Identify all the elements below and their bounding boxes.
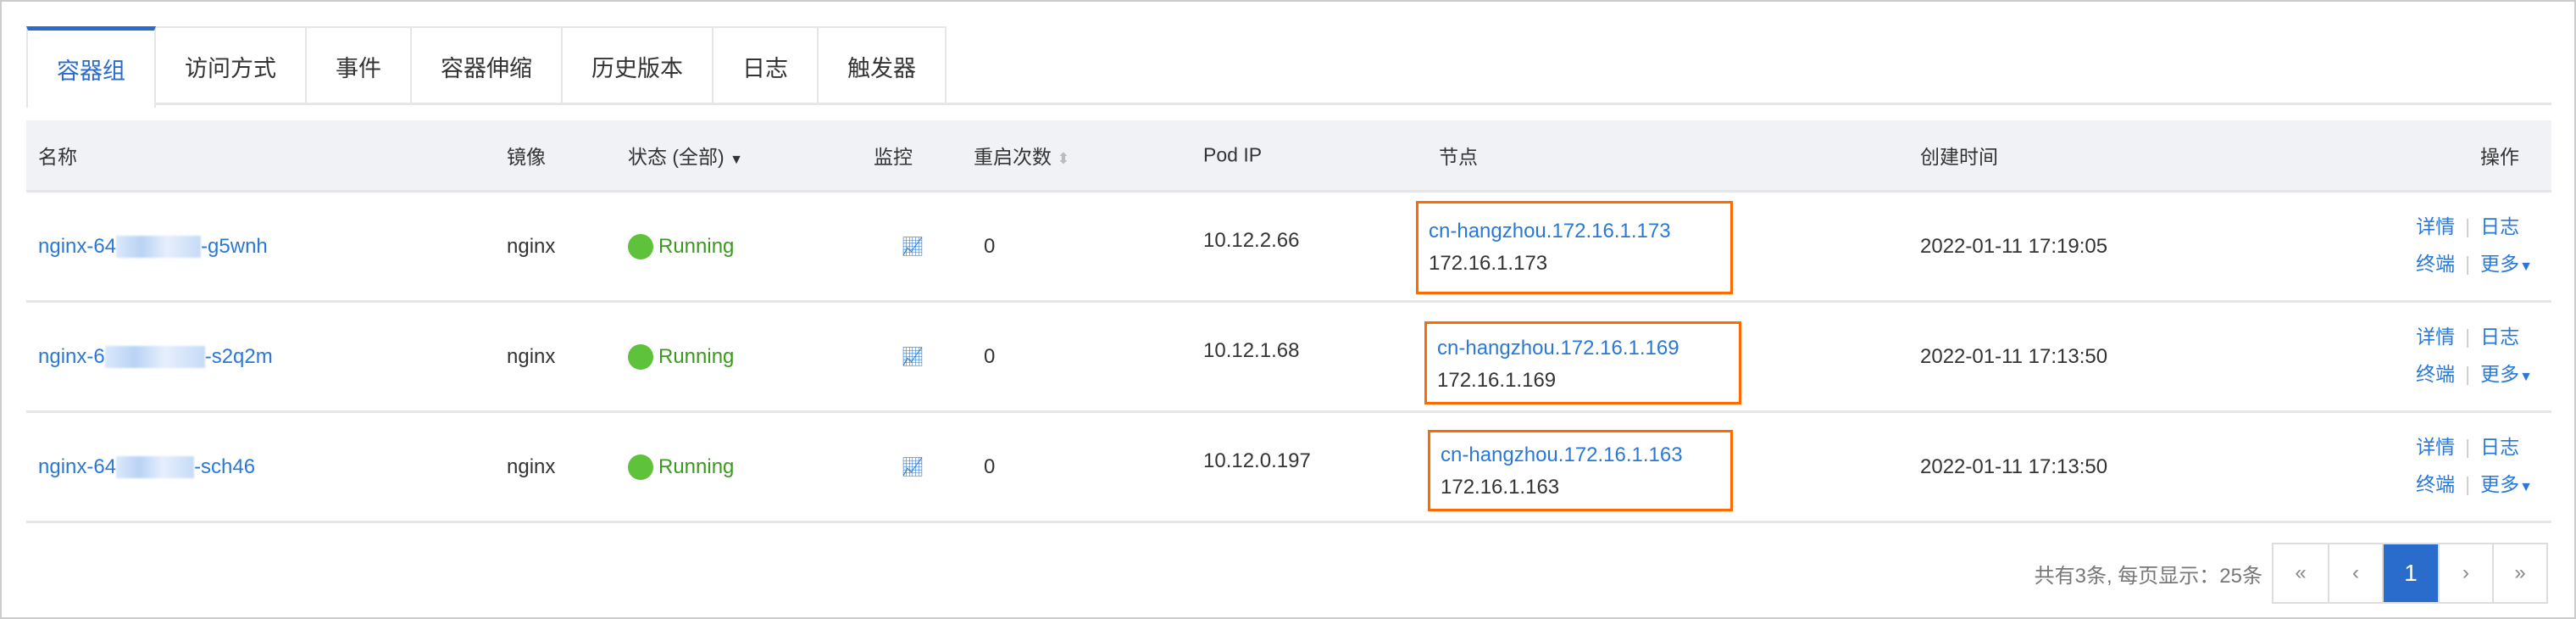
logs-link[interactable]: 日志	[2480, 326, 2519, 348]
monitor-chart-icon[interactable]: 📈︎	[901, 456, 924, 478]
last-page-button[interactable]: »	[2492, 544, 2546, 602]
detail-link[interactable]: 详情	[2416, 215, 2455, 237]
tab-events[interactable]: 事件	[307, 26, 412, 105]
created-time: 2022-01-11 17:13:50	[1920, 344, 2108, 368]
more-label: 更多	[2480, 362, 2520, 385]
terminal-link[interactable]: 终端	[2416, 253, 2455, 275]
pod-name-prefix: nginx-64	[38, 234, 117, 258]
node-cell: cn-hangzhou.172.16.1.173 172.16.1.173	[1416, 201, 1733, 294]
caret-down-icon: ▼	[2519, 369, 2533, 384]
row-actions: 详情 | 日志 终端 | 更多▼	[2416, 325, 2533, 385]
col-pod-ip: Pod IP	[1203, 143, 1263, 166]
sort-icon: ⬍	[1057, 150, 1070, 167]
running-dot-icon	[628, 343, 653, 370]
node-link[interactable]: cn-hangzhou.172.16.1.169	[1437, 332, 1729, 365]
caret-down-icon: ▼	[2519, 479, 2533, 494]
image: nginx	[507, 454, 556, 478]
pagination-total: 共有3条, 每页显示：25条	[2034, 565, 2262, 588]
table-row: nginx-64 -g5wnh nginx Running 📈︎ 0 10.12.…	[26, 192, 2551, 303]
col-status-label: 状态 (全部)	[628, 146, 724, 168]
row-actions: 详情 | 日志 终端 | 更多▼	[2416, 215, 2533, 275]
monitor-chart-icon[interactable]: 📈︎	[901, 236, 924, 258]
created-time: 2022-01-11 17:13:50	[1920, 454, 2108, 478]
status: Running	[628, 233, 735, 259]
node-cell: cn-hangzhou.172.16.1.169 172.16.1.169	[1424, 321, 1741, 404]
pod-name-link[interactable]: nginx-64 -sch46	[38, 455, 255, 479]
status: Running	[628, 343, 735, 370]
col-name: 名称	[38, 146, 77, 168]
restarts: 0	[984, 344, 996, 368]
table-row: nginx-6 -s2q2m nginx Running 📈︎ 0 10.12.1…	[26, 303, 2551, 413]
table-row: nginx-64 -sch46 nginx Running 📈︎ 0 10.12.…	[26, 413, 2551, 523]
tab-history[interactable]: 历史版本	[563, 26, 713, 105]
pod-ip: 10.12.0.197	[1203, 449, 1311, 473]
node-ip: 172.16.1.173	[1429, 252, 1548, 275]
logs-link[interactable]: 日志	[2480, 436, 2519, 458]
pod-ip: 10.12.1.68	[1203, 339, 1300, 363]
detail-link[interactable]: 详情	[2416, 436, 2455, 458]
col-image: 镜像	[507, 146, 546, 168]
prev-page-button[interactable]: ‹	[2328, 544, 2382, 602]
tab-triggers[interactable]: 触发器	[819, 26, 947, 105]
status-label: Running	[658, 344, 735, 368]
next-page-button[interactable]: ›	[2438, 544, 2492, 602]
more-label: 更多	[2480, 252, 2520, 275]
pod-name-link[interactable]: nginx-64 -g5wnh	[38, 235, 268, 259]
pods-table: 名称 镜像 状态 (全部) ▼ 监控 重启次数 ⬍ Pod IP 节点 创建时间…	[26, 120, 2551, 523]
monitor-chart-icon[interactable]: 📈︎	[901, 346, 924, 368]
redacted-block	[116, 236, 202, 259]
caret-down-icon: ▼	[730, 153, 743, 167]
node-ip: 172.16.1.169	[1437, 369, 1557, 392]
running-dot-icon	[628, 454, 653, 480]
image: nginx	[507, 234, 556, 258]
terminal-link[interactable]: 终端	[2416, 473, 2455, 495]
tab-access[interactable]: 访问方式	[156, 26, 307, 105]
more-dropdown[interactable]: 更多▼	[2480, 253, 2533, 275]
table-header: 名称 镜像 状态 (全部) ▼ 监控 重启次数 ⬍ Pod IP 节点 创建时间…	[26, 120, 2551, 192]
more-dropdown[interactable]: 更多▼	[2480, 473, 2533, 495]
first-page-button[interactable]: «	[2273, 544, 2328, 602]
col-restarts-sort[interactable]: 重启次数 ⬍	[974, 141, 1069, 170]
tab-pods[interactable]: 容器组	[26, 26, 156, 108]
pod-name-suffix: -g5wnh	[201, 234, 268, 258]
pod-name-suffix: -sch46	[194, 454, 256, 478]
node-link[interactable]: cn-hangzhou.172.16.1.173	[1429, 215, 1720, 248]
more-dropdown[interactable]: 更多▼	[2480, 363, 2533, 385]
running-dot-icon	[628, 233, 653, 259]
pod-name-prefix: nginx-6	[38, 344, 105, 368]
restarts: 0	[984, 234, 996, 258]
pagination: « ‹ 1 › »	[2272, 543, 2548, 604]
tab-logs[interactable]: 日志	[713, 26, 819, 105]
created-time: 2022-01-11 17:19:05	[1920, 234, 2108, 258]
pod-name-link[interactable]: nginx-6 -s2q2m	[38, 345, 273, 369]
col-actions: 操作	[2480, 146, 2519, 168]
restarts: 0	[984, 454, 996, 478]
logs-link[interactable]: 日志	[2480, 215, 2519, 237]
redacted-block	[116, 456, 195, 479]
col-restarts-label: 重启次数	[974, 146, 1052, 168]
pod-name-prefix: nginx-64	[38, 454, 117, 478]
more-label: 更多	[2480, 472, 2520, 495]
detail-link[interactable]: 详情	[2416, 326, 2455, 348]
tab-bar: 容器组 访问方式 事件 容器伸缩 历史版本 日志 触发器	[26, 26, 2551, 108]
row-actions: 详情 | 日志 终端 | 更多▼	[2416, 435, 2533, 495]
pod-ip: 10.12.2.66	[1203, 229, 1300, 253]
caret-down-icon: ▼	[2519, 259, 2533, 274]
node-cell: cn-hangzhou.172.16.1.163 172.16.1.163	[1428, 430, 1733, 511]
pod-name-suffix: -s2q2m	[204, 344, 273, 368]
col-status-filter[interactable]: 状态 (全部) ▼	[628, 141, 743, 170]
node-link[interactable]: cn-hangzhou.172.16.1.163	[1441, 439, 1720, 471]
status-label: Running	[658, 234, 735, 258]
redacted-block	[104, 346, 205, 369]
status: Running	[628, 454, 734, 480]
status-label: Running	[658, 454, 735, 478]
image: nginx	[507, 344, 556, 368]
terminal-link[interactable]: 终端	[2416, 363, 2455, 385]
col-monitor: 监控	[874, 146, 913, 168]
col-created: 创建时间	[1920, 146, 1998, 168]
tab-scaling[interactable]: 容器伸缩	[412, 26, 563, 105]
col-node: 节点	[1439, 146, 1478, 168]
page-1-button[interactable]: 1	[2382, 544, 2438, 602]
node-ip: 172.16.1.163	[1441, 476, 1560, 499]
